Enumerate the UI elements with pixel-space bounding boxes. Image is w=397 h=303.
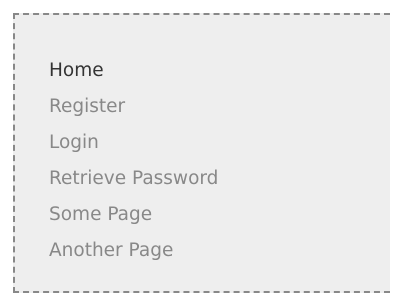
menu-item-home[interactable]: Home (49, 59, 218, 95)
menu-item-retrieve-password[interactable]: Retrieve Password (49, 167, 218, 203)
navigation-menu-list: Home Register Login Retrieve Password So… (49, 59, 218, 275)
menu-item-login[interactable]: Login (49, 131, 218, 167)
menu-item-some-page[interactable]: Some Page (49, 203, 218, 239)
menu-item-register[interactable]: Register (49, 95, 218, 131)
menu-item-another-page[interactable]: Another Page (49, 239, 218, 275)
navigation-menu-panel: Home Register Login Retrieve Password So… (13, 13, 390, 293)
